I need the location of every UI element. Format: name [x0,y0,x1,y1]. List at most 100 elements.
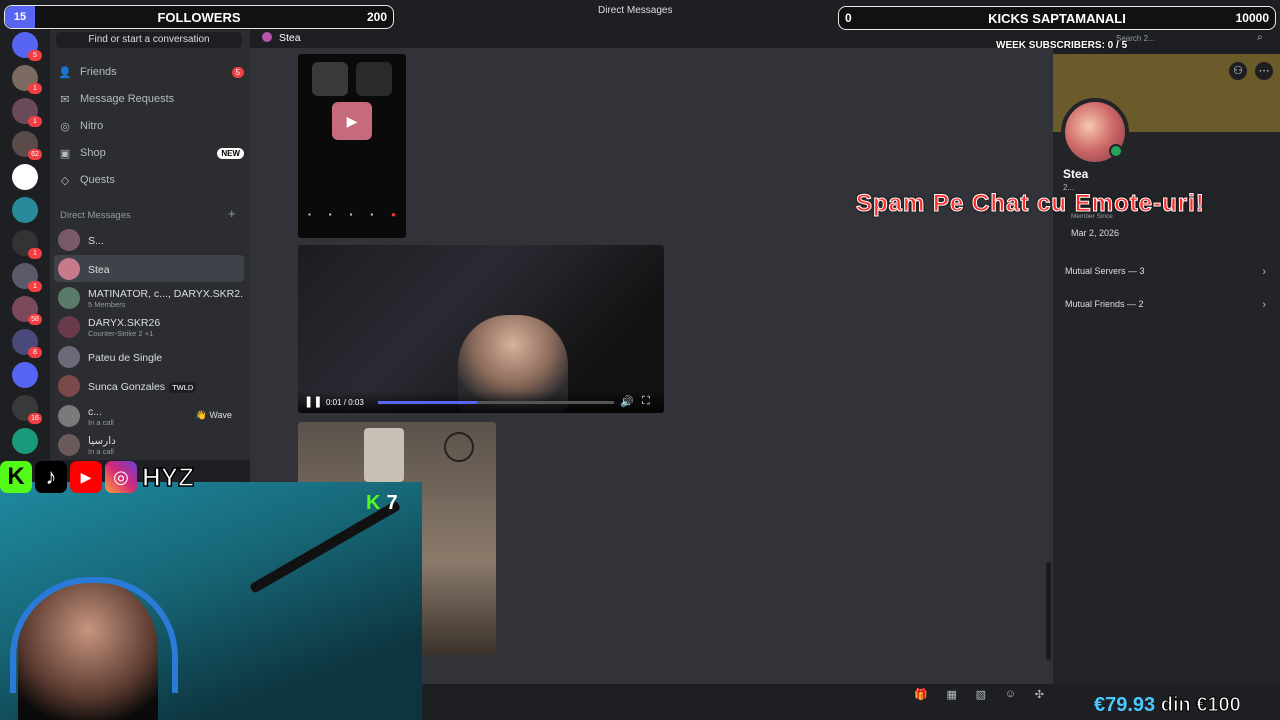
add-friend-icon[interactable]: ⚇ [1229,62,1247,80]
apps-icon[interactable]: ✣ [1035,688,1044,704]
server-badge: 16 [28,413,42,424]
play-icon: ▶ [332,102,372,140]
server-icon-discord-home[interactable]: 5 [12,32,42,61]
avatar [58,345,80,368]
chat-scrollbar[interactable] [1046,562,1051,660]
mutual-servers-label: Mutual Servers — 3 [1065,266,1145,276]
avatar [58,286,80,309]
dm-item[interactable]: Sunca Gonzales TWLD [54,372,244,399]
sidebar-item-friends[interactable]: 👤 Friends 5 [58,61,244,83]
dm-name: Sunca Gonzales [88,380,166,393]
video-progress[interactable] [378,401,614,404]
server-badge: 5 [28,50,42,61]
call-tile-2 [356,62,392,96]
chevron-right-icon: › [1262,299,1266,311]
headset-shape [10,577,178,693]
sidebar-item-badge: 5 [231,66,244,78]
server-icon-server-9[interactable]: 8 [12,329,42,358]
avatar [58,257,80,280]
server-badge: 1 [28,281,42,292]
donation-current: €79.93 [1094,694,1156,716]
dm-text: c... In a call [88,404,114,427]
search-icon[interactable]: ⌕ [1257,32,1263,43]
sidebar-item-nitro[interactable]: ◎ Nitro [58,115,244,137]
server-icon-server-3[interactable]: 62 [12,131,42,160]
dm-name: Stea [88,263,110,276]
dm-subtitle: Counter-Strike 2 +1 [88,329,154,338]
followers-label: FOLLOWERS [157,10,241,25]
dm-text: Sunca Gonzales TWLD [88,379,197,393]
dm-name-line: دارسيا [88,433,116,447]
server-icon-server-5[interactable] [12,197,38,223]
server-badge: 8 [28,347,42,358]
online-status-icon [1109,144,1123,158]
donation-goal: din €100 [1160,694,1241,717]
server-icon-server-2[interactable]: 1 [12,98,42,127]
quests-icon: ◇ [60,174,70,187]
mutual-friends-row[interactable]: Mutual Friends — 2 › [1065,299,1270,319]
dm-item[interactable]: دارسيا In a call [54,431,244,458]
dm-text: Stea [88,262,110,276]
sidebar-item-quests[interactable]: ◇ Quests [58,169,244,191]
server-icon-server-11[interactable]: 16 [12,395,42,424]
volume-icon[interactable]: 🔊 [620,395,634,408]
dm-item[interactable]: c... In a call 👋 Wave [54,402,244,429]
window-title: Direct Messages [598,5,673,16]
search-input[interactable]: Search 2... [1116,34,1155,43]
avatar [58,315,80,338]
dm-text: دارسيا In a call [88,433,116,456]
dm-sidebar: Find or start a conversation 👤 Friends 5 ✉ M… [50,30,250,460]
user-profile-panel: ⚇ ⋯ Stea 2... Member Since Mar 2, 2026 M… [1053,54,1280,684]
server-icon-server-7[interactable]: 1 [12,263,42,292]
sticker-icon[interactable]: ▧ [976,688,986,704]
dm-item[interactable]: DARYX.SKR26 Counter-Strike 2 +1 [54,313,244,340]
guild-tag-badge: TWLD [169,381,197,393]
server-icon-server-6[interactable]: 1 [12,230,42,259]
more-options-icon[interactable]: ⋯ [1255,62,1273,80]
sidebar-item-label: Nitro [80,120,104,132]
pause-icon[interactable]: ❚❚ [304,395,322,408]
webcam-overlay [0,482,422,720]
sidebar-item-message-requests[interactable]: ✉ Message Requests [58,88,244,110]
dm-item[interactable]: Pateu de Single [54,343,244,370]
dm-name: MATINATOR, c..., DARYX.SKR2... [88,288,244,300]
instagram-icon: ◎ [105,461,137,493]
avatar [58,228,80,251]
emoji-icon[interactable]: ☺ [1005,688,1016,704]
followers-goal: 200 [366,10,387,24]
dm-subtitle: 5 Members [88,300,126,309]
image-attachment-phone[interactable]: ▶ ▪ ▪ ▪ ▪ ● [298,54,406,238]
dm-name: c... [88,406,103,418]
dm-item[interactable]: MATINATOR, c..., DARYX.SKR2... 5 Members [54,284,244,311]
dm-name-line: c... [88,404,114,418]
sidebar-item-shop[interactable]: ▣ Shop NEW [58,142,244,164]
dm-name-line: Pateu de Single [88,350,162,364]
kicks-goal: 10000 [1235,11,1269,25]
gif-icon[interactable]: ▦ [946,688,956,704]
dm-section-header: Direct Messages [60,210,131,221]
dm-name-line: MATINATOR, c..., DARYX.SKR2... [88,286,244,300]
mutual-servers-row[interactable]: Mutual Servers — 3 › [1065,266,1270,286]
gift-icon[interactable]: 🎁 [914,688,928,704]
dm-item[interactable]: S... [54,226,244,253]
recipient-avatar-icon [262,32,272,42]
dm-name: دارسيا [88,435,116,447]
settings-icon: ▪ [370,210,374,219]
lamp-shape [364,428,404,482]
create-dm-icon[interactable]: + [228,206,236,221]
server-icon-server-12[interactable] [12,428,38,454]
wave-button[interactable]: 👋 Wave [191,408,236,423]
find-conversation-button[interactable]: Find or start a conversation [56,32,242,48]
hangup-icon: ● [391,210,396,219]
wall-clock-icon [444,432,474,462]
channel-header: Stea [250,30,1053,48]
dm-item[interactable]: Stea [54,255,244,282]
server-icon-server-8[interactable]: 58 [12,296,42,325]
server-icon-server-1[interactable]: 1 [12,65,42,94]
fullscreen-icon[interactable]: ⛶ [642,395,650,408]
server-icon-server-4[interactable] [12,164,38,190]
video-attachment[interactable]: ❚❚ 0:01 / 0:03 🔊 ⛶ [298,245,664,413]
server-badge: 1 [28,116,42,127]
server-icon-server-10[interactable] [12,362,38,388]
channel-name: Stea [279,32,301,44]
